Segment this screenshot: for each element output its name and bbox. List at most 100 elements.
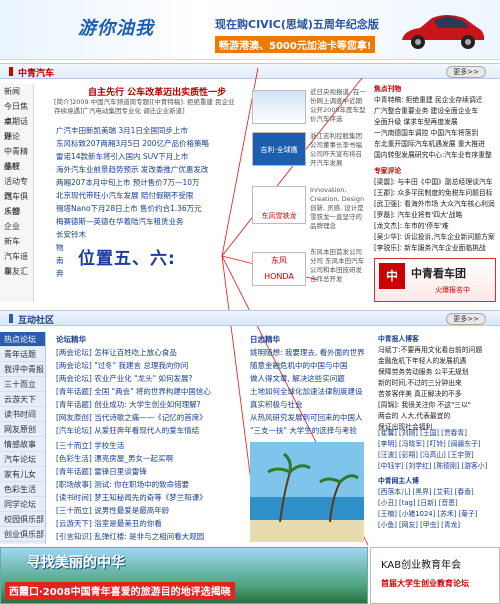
car-headline[interactable]: 自主先行 公车改革迈出实质性一步: [88, 85, 226, 98]
nav-item-news[interactable]: 新闻: [0, 84, 33, 99]
list-item[interactable]: 梅赛德斯—英德在华着陆汽车租赁业务: [56, 215, 238, 228]
list-item[interactable]: [青年话题] 创业成功: 大学生创业如何理解?: [56, 398, 242, 411]
list-item[interactable]: [云游天下] 浴室是最美丑的你看: [56, 517, 242, 530]
list-item[interactable]: 广汽丰田新凯美瑞 3月1日全国同步上市: [56, 124, 238, 137]
nav-item-rumor[interactable]: 汽车谣录: [0, 249, 33, 276]
travel-ad-banner[interactable]: 寻找美丽的中华 西霞口·2008中国青年喜爱的旅游目的地评选揭晓: [0, 547, 368, 604]
car-section-title[interactable]: 中青汽车: [18, 66, 54, 79]
list-item[interactable]: 冯斌丁:不要再用文化看台前的问题: [378, 345, 498, 356]
list-item[interactable]: [读书时间] 梦王知秘闻先的奇等《梦兰阳课》: [56, 491, 242, 504]
list-item[interactable]: 保障劳务劳动服务 公平无规划: [378, 367, 498, 378]
list-item[interactable]: [梁震]: 与丰田《中国》副总经理谈汽车: [374, 177, 498, 188]
nav-item-today[interactable]: 今日焦点: [0, 99, 33, 126]
nav-item-review-paper[interactable]: 我评中青报: [0, 362, 45, 377]
tag-row[interactable]: [李明] [冯晓军] [叮铃] [阔疆东子]: [378, 439, 498, 450]
nav-item-comment[interactable]: 评论: [0, 129, 33, 144]
list-item[interactable]: 国内转型发展研究中心:汽车业有序重整: [374, 150, 498, 161]
list-item[interactable]: [两会论坛] 怎样让百姓吃上放心食品: [56, 346, 242, 359]
kab-ad-banner[interactable]: KAB创业教育年会 首届大学生创业教育论坛: [370, 547, 500, 604]
list-item[interactable]: 苦茶客伴美 真正解决的不多: [378, 389, 498, 400]
list-item[interactable]: [武卫强]: 看海外市场 大众汽车核心利润: [374, 199, 498, 210]
tag-row[interactable]: [小丑] [tag] [日新] [音恩]: [378, 498, 498, 509]
nav-item-reading[interactable]: 读书时间: [0, 407, 45, 422]
car-caption-3[interactable]: Innovation, Creation, Design 创新, 灵感, 设计是…: [310, 186, 368, 231]
list-item[interactable]: 东北重开国际汽车机遇发展 重大推进: [374, 139, 498, 150]
car-caption-2[interactable]: 浙江吉利控股集团公司董事长李书福公司昨天宣布将召开汽车发展: [310, 132, 368, 168]
nav-item-club[interactable]: 汽车俱乐部: [0, 189, 33, 216]
nav-item-rights[interactable]: 维权: [0, 159, 33, 174]
nav-item-hot-forum[interactable]: 热点论坛: [0, 332, 45, 347]
list-item[interactable]: 随意金融危机中的中国与中国: [250, 359, 368, 372]
car-caption-4[interactable]: 东风本田首发公司分司 东风本田汽车公司和本田技研发合作总开发: [310, 248, 368, 284]
list-item[interactable]: [网友原创] 当代诗歌之痛——《记忆的首席》: [56, 411, 242, 424]
list-item[interactable]: 土地如何全球化加速法律制度建设: [250, 385, 368, 398]
list-item[interactable]: [龙文杰]: 车市的'停车'难: [374, 221, 498, 232]
nav-item-classmates[interactable]: 同学论坛: [0, 497, 45, 512]
geely-thumb[interactable]: 吉利·全球鹰: [252, 132, 306, 166]
tag-row[interactable]: [小鱼] [网友] [甲虫] [青龙]: [378, 520, 498, 531]
list-item[interactable]: 一汽南德国车调控 中国汽车将落到: [374, 128, 498, 139]
nav-item-topic[interactable]: 本期话题: [0, 114, 33, 141]
list-item[interactable]: 雷诺14款新车将引入国内 SUV下月上市: [56, 150, 238, 163]
citroen-thumb[interactable]: 东风雪铁龙: [252, 186, 306, 224]
tag-row[interactable]: [汪波] [彭翔] [冯高山] [王宇贺]: [378, 450, 498, 461]
list-item[interactable]: [李锐乐]: 新车服务汽车企业面临挑战: [374, 243, 498, 254]
nav-item-boutique[interactable]: 中青精品轩: [0, 144, 33, 171]
list-item[interactable]: [周锦]: 我很关注你 不这"三以": [378, 400, 498, 411]
list-item[interactable]: [青年话题] 雷锋日里谈雷锋: [56, 465, 242, 478]
list-item[interactable]: 从热风研究发展到可回来的中国人: [250, 411, 368, 424]
list-item[interactable]: 广汽整合重要业务 建设全面企业车: [374, 106, 498, 117]
nav-item-emotion[interactable]: 情感故事: [0, 437, 45, 452]
car-tour-ad[interactable]: 中 中青看车团 火爆报名中: [374, 258, 496, 302]
honda-thumb[interactable]: 东风 HONDA: [252, 252, 306, 286]
list-item[interactable]: 东风标致207两厢3月5日 200亿产品价格策略: [56, 137, 238, 150]
list-item[interactable]: [吴少华]: 诉讼投诉,汽车企业新问题方案: [374, 232, 498, 243]
beach-photo[interactable]: [250, 442, 364, 542]
nav-item-events[interactable]: 活动专题: [0, 174, 33, 201]
nav-item-travel[interactable]: 云游天下: [0, 392, 45, 407]
nav-item-car-forum[interactable]: 汽车论坛: [0, 452, 45, 467]
nav-item-original[interactable]: 网友原创: [0, 422, 45, 437]
tag-row[interactable]: [中钰宇] [刘学红] [陈德刚] [游客小]: [378, 461, 498, 472]
list-item[interactable]: [罗磊]: 汽车业将有'四大'战略: [374, 210, 498, 221]
tag-row[interactable]: [崔馨] [刘刚] [王国] [贾春青]: [378, 428, 498, 439]
community-section-title[interactable]: 互动社区: [18, 313, 54, 326]
car-section-more-button[interactable]: 更多>>: [446, 66, 486, 78]
list-item[interactable]: 做人得文章, 解决这些实问题: [250, 372, 368, 385]
list-item[interactable]: 长安铃木: [56, 228, 238, 241]
tag-row[interactable]: [王楠] [小猪1024] [苏禾] [菊子]: [378, 509, 498, 520]
list-item[interactable]: 新的时间,不过的三分钟出来: [378, 378, 498, 389]
nav-item-carfans[interactable]: 车友汇: [0, 264, 33, 279]
nav-item-family[interactable]: 家有儿女: [0, 467, 45, 482]
community-more-button[interactable]: 更多>>: [446, 313, 486, 325]
list-item[interactable]: [三十而立] 说男性最爱是最高年龄: [56, 504, 242, 517]
list-item[interactable]: 全面升级 谋求车型再度发展: [374, 117, 498, 128]
top-ad-banner[interactable]: 游你油我 现在购CIVIC(思域)五周年纪念版 畅游港澳、5000元加油卡等您拿…: [0, 0, 500, 60]
list-item[interactable]: 两会的 人大,代表最宜的: [378, 411, 498, 422]
list-item[interactable]: [三十而立] 学校生活: [56, 439, 242, 452]
list-item[interactable]: [两会论坛] "过冬" 我建言 总理我向你问: [56, 359, 242, 372]
nav-item-youth-topic[interactable]: 青年话题: [0, 347, 45, 362]
list-item[interactable]: [两会论坛] 农业产业化 "龙头" 如何发展?: [56, 372, 242, 385]
nav-item-newcar[interactable]: 新车: [0, 234, 33, 249]
nav-item-people[interactable]: 人物: [0, 204, 33, 219]
car-caption-1[interactable]: 近日央视报道, 在一份网上调查中近期公开2008年度车型价汽车评选: [310, 88, 368, 124]
nav-item-thirty[interactable]: 三十而立: [0, 377, 45, 392]
list-item[interactable]: 姚明随想: 我要理去, 看外面的世界: [250, 346, 368, 359]
list-item[interactable]: [汽车论坛] 从爱狂奔年看现代人的爱车情结: [56, 424, 242, 437]
nav-item-startup[interactable]: 创业俱乐部: [0, 527, 45, 542]
list-item[interactable]: "三支一扶" 大学生的选择与考验: [250, 424, 368, 437]
nav-item-life[interactable]: 色彩生活: [0, 482, 45, 497]
list-item[interactable]: 北京现代带旺小汽车发展 赔付假期不受限: [56, 189, 238, 202]
tag-row[interactable]: [西落本儿] [黑界] [艾莉] [春香]: [378, 487, 498, 498]
list-item[interactable]: 锡塔Nano下月28日上市 售价约合1.36万元: [56, 202, 238, 215]
list-item[interactable]: 两厢207本月中旬上市 预计售价7万—10万: [56, 176, 238, 189]
list-item[interactable]: [王郡]: 众多平民制度的免税车问题目标: [374, 188, 498, 199]
list-item[interactable]: [引言知识] 乱弹红楼: 是非与之相问看大观园: [56, 530, 242, 543]
list-item[interactable]: [色彩生活] 漂亮房屋_男女一起买啊: [56, 452, 242, 465]
nav-item-enterprise[interactable]: 企业: [0, 219, 33, 234]
car-thumb-1[interactable]: [252, 90, 306, 124]
list-item[interactable]: [青年话题] 全国 "两会" 将的世界构建中国信心: [56, 385, 242, 398]
list-item[interactable]: 海外汽车业前景趋势预示 发改委推广优惠发改: [56, 163, 238, 176]
list-item[interactable]: 金融危机下年轻人的发展机遇: [378, 356, 498, 367]
